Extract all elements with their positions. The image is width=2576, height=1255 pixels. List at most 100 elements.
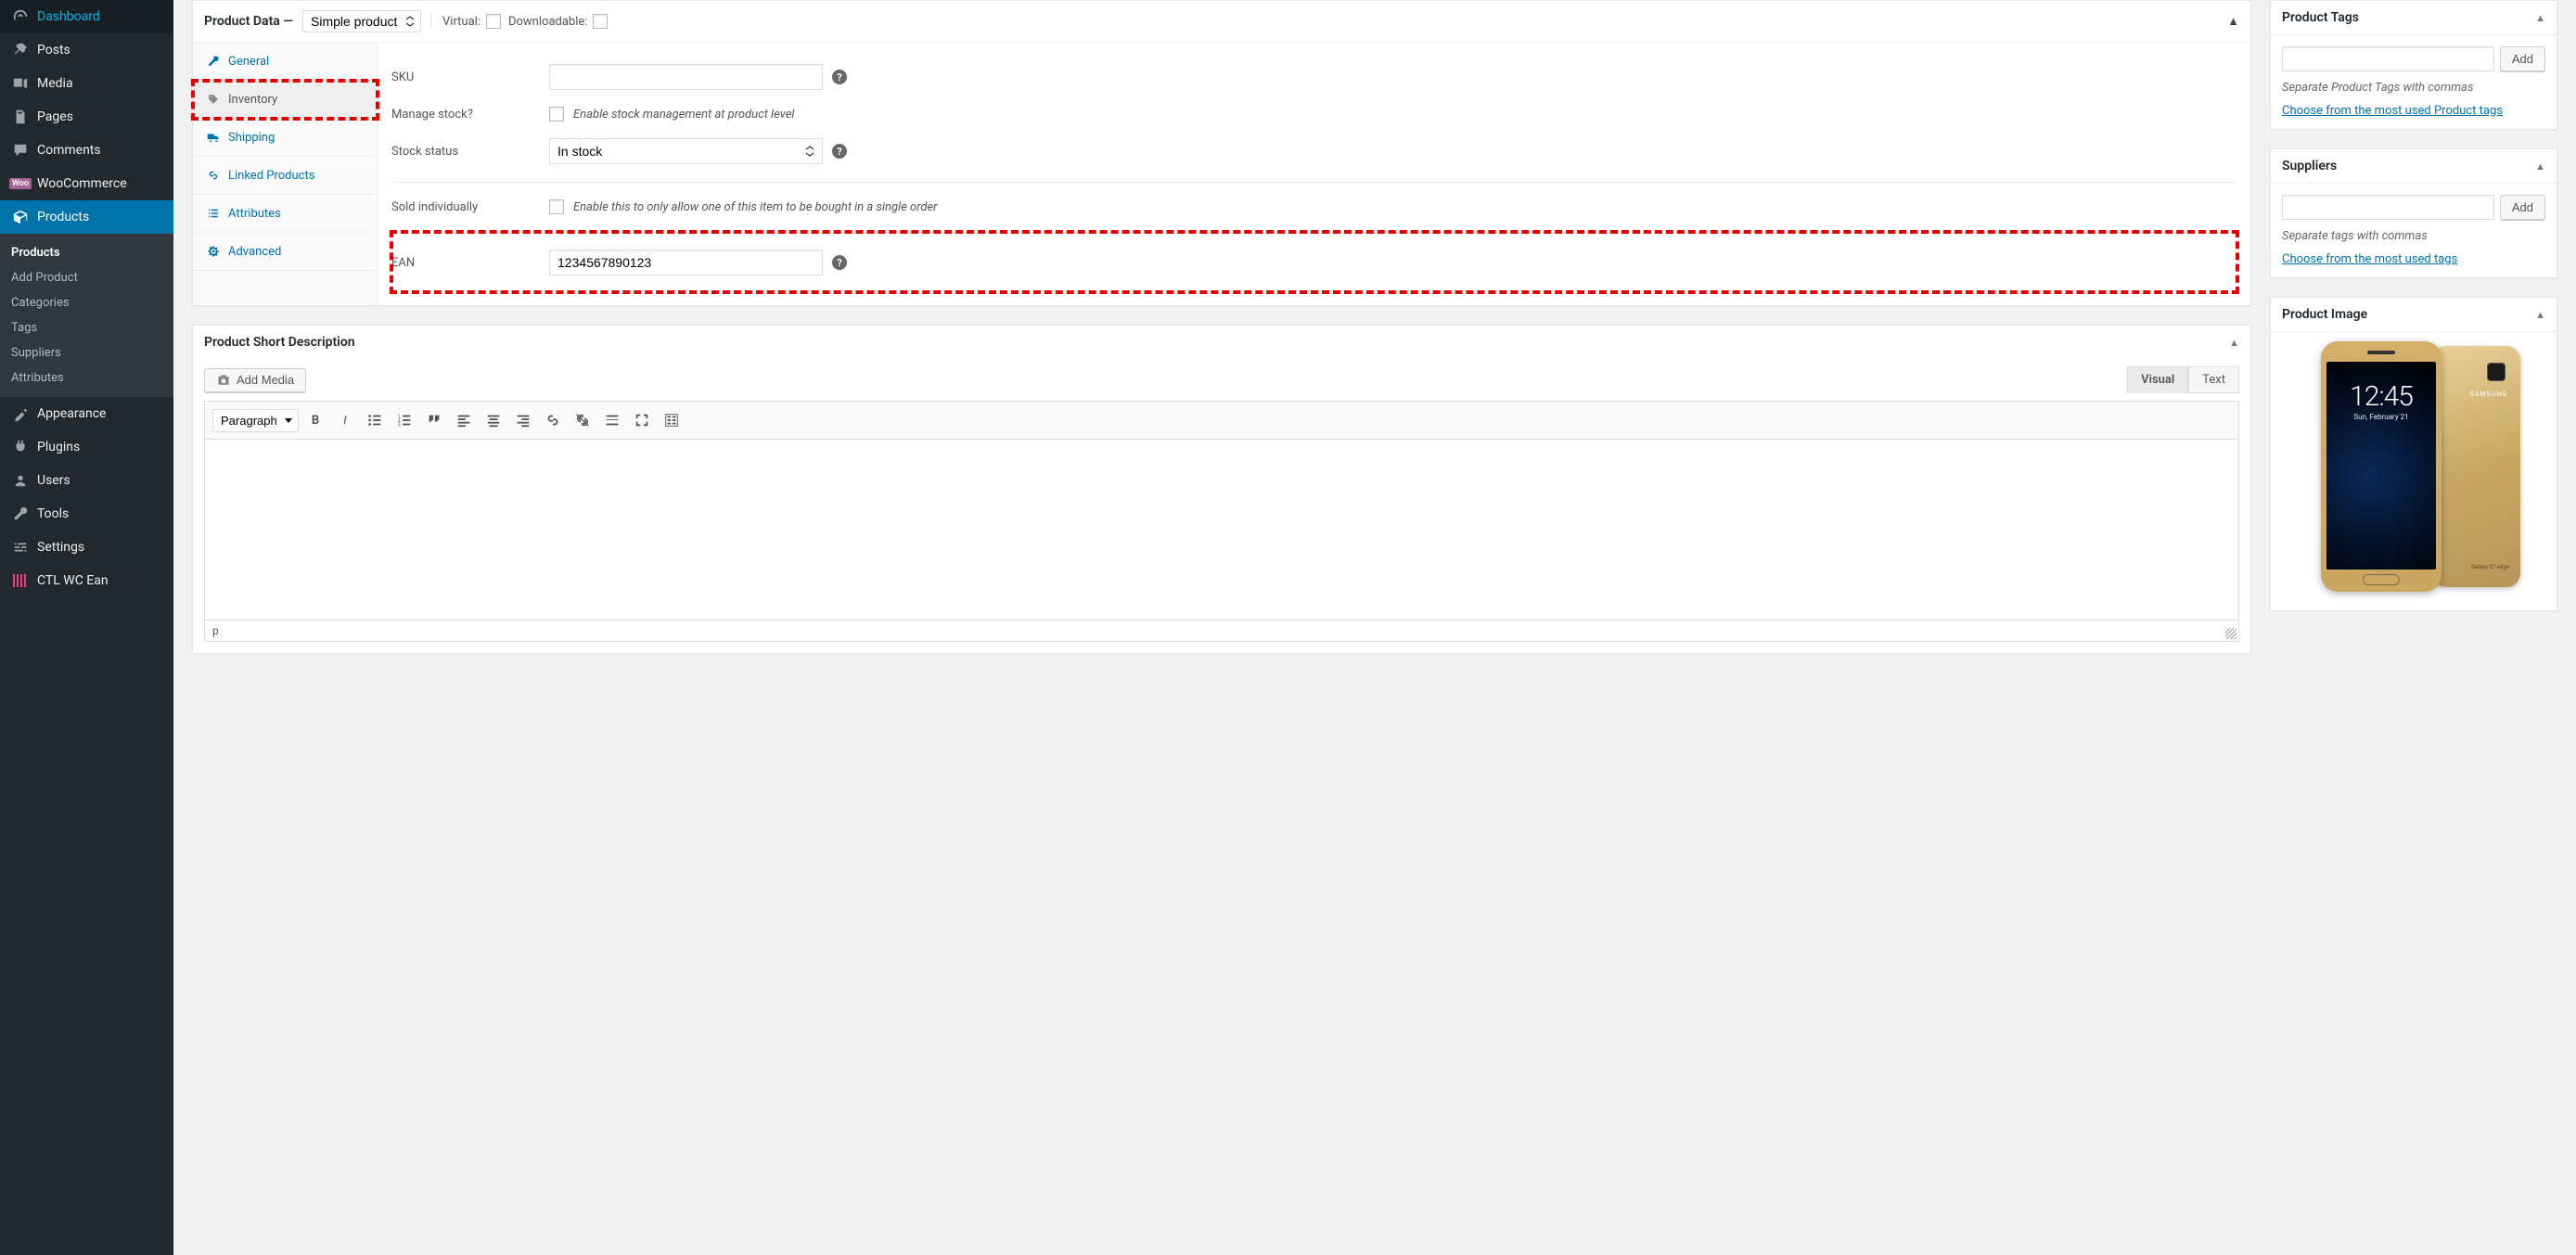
downloadable-label: Downloadable: <box>508 15 587 29</box>
submenu-products[interactable]: Products <box>0 240 173 265</box>
editor-textarea[interactable] <box>204 440 2239 621</box>
help-icon[interactable]: ? <box>832 144 847 159</box>
manage-stock-desc: Enable stock management at product level <box>573 108 794 122</box>
menu-users[interactable]: Users <box>0 464 173 497</box>
phone-screen: 12:45 Sun, February 21 <box>2326 362 2436 570</box>
align-center-button[interactable] <box>481 407 506 433</box>
product-type-select[interactable]: Simple product <box>302 10 421 32</box>
link-icon <box>206 168 221 183</box>
menu-woocommerce[interactable]: Woo WooCommerce <box>0 167 173 200</box>
menu-label: Plugins <box>37 440 80 455</box>
menu-ctl-wc-ean[interactable]: CTL WC Ean <box>0 564 173 597</box>
ean-input[interactable] <box>549 250 823 275</box>
numbered-list-button[interactable]: 123 <box>391 407 417 433</box>
editor-text-tab[interactable]: Text <box>2188 366 2239 393</box>
menu-label: Posts <box>37 43 70 58</box>
sold-individually-desc: Enable this to only allow one of this it… <box>573 200 937 214</box>
phone-back: SAMSUNG Galaxy S7 edge <box>2432 346 2520 587</box>
camera-icon <box>216 373 231 388</box>
blockquote-button[interactable] <box>421 407 447 433</box>
tab-advanced[interactable]: Advanced <box>193 233 378 271</box>
menu-label: Dashboard <box>37 9 100 24</box>
unlink-button[interactable] <box>570 407 596 433</box>
admin-sidebar: Dashboard Posts Media Pages Comments Woo… <box>0 0 173 1255</box>
submenu-suppliers[interactable]: Suppliers <box>0 340 173 365</box>
menu-label: Products <box>37 210 89 224</box>
tab-general[interactable]: General <box>193 43 378 81</box>
menu-appearance[interactable]: Appearance <box>0 397 173 430</box>
menu-pages[interactable]: Pages <box>0 100 173 134</box>
italic-button[interactable]: I <box>332 407 358 433</box>
downloadable-option[interactable]: Downloadable: <box>508 14 608 29</box>
submenu-tags[interactable]: Tags <box>0 315 173 340</box>
woocommerce-icon: Woo <box>11 174 30 193</box>
menu-settings[interactable]: Settings <box>0 531 173 564</box>
phone-clock: 12:45 <box>2350 380 2413 413</box>
help-icon[interactable]: ? <box>832 70 847 84</box>
stock-status-select[interactable]: In stock <box>549 138 823 164</box>
tab-shipping[interactable]: Shipping <box>193 119 378 157</box>
menu-label: CTL WC Ean <box>37 573 109 588</box>
menu-media[interactable]: Media <box>0 67 173 100</box>
submenu-categories[interactable]: Categories <box>0 290 173 315</box>
fullscreen-button[interactable] <box>629 407 655 433</box>
format-select[interactable]: Paragraph <box>212 409 299 432</box>
submenu-attributes[interactable]: Attributes <box>0 365 173 391</box>
downloadable-checkbox[interactable] <box>593 14 608 29</box>
sold-individually-checkbox[interactable] <box>549 199 564 214</box>
widget-collapse-toggle[interactable]: ▲ <box>2535 12 2545 24</box>
bold-button[interactable]: B <box>302 407 328 433</box>
menu-label: WooCommerce <box>37 176 127 191</box>
settings-icon <box>11 538 30 557</box>
editor-visual-tab[interactable]: Visual <box>2127 366 2188 393</box>
product-data-title: Product Data — <box>204 14 293 29</box>
bulleted-list-button[interactable] <box>362 407 388 433</box>
manage-stock-checkbox[interactable] <box>549 107 564 122</box>
suppliers-widget: Suppliers ▲ Add Separate tags with comma… <box>2270 148 2557 278</box>
insert-more-button[interactable] <box>599 407 625 433</box>
menu-dashboard[interactable]: Dashboard <box>0 0 173 33</box>
link-button[interactable] <box>540 407 566 433</box>
align-right-button[interactable] <box>510 407 536 433</box>
menu-tools[interactable]: Tools <box>0 497 173 531</box>
widget-collapse-toggle[interactable]: ▲ <box>2535 309 2545 321</box>
align-left-button[interactable] <box>451 407 477 433</box>
tab-linked-products[interactable]: Linked Products <box>193 157 378 195</box>
add-media-button[interactable]: Add Media <box>204 368 306 392</box>
panel-collapse-toggle[interactable]: ▲ <box>2229 337 2239 349</box>
resize-handle[interactable] <box>2225 628 2236 639</box>
tab-attributes[interactable]: Attributes <box>193 195 378 233</box>
list-icon <box>206 206 221 221</box>
tab-inventory[interactable]: Inventory <box>193 81 378 119</box>
menu-plugins[interactable]: Plugins <box>0 430 173 464</box>
widget-title: Product Tags <box>2282 10 2359 25</box>
suppliers-help: Separate tags with commas <box>2282 229 2545 243</box>
menu-comments[interactable]: Comments <box>0 134 173 167</box>
widget-collapse-toggle[interactable]: ▲ <box>2535 160 2545 173</box>
menu-label: Settings <box>37 540 84 555</box>
virtual-option[interactable]: Virtual: <box>442 14 501 29</box>
toolbar-toggle-button[interactable] <box>659 407 685 433</box>
products-submenu: Products Add Product Categories Tags Sup… <box>0 234 173 397</box>
suppliers-add-button[interactable]: Add <box>2500 195 2545 220</box>
menu-label: Users <box>37 473 70 488</box>
virtual-checkbox[interactable] <box>486 14 501 29</box>
tab-label: Shipping <box>228 131 275 145</box>
help-icon[interactable]: ? <box>832 255 847 270</box>
panel-collapse-toggle[interactable]: ▲ <box>2227 14 2239 29</box>
product-tags-choose-link[interactable]: Choose from the most used Product tags <box>2282 104 2503 118</box>
barcode-icon <box>11 571 30 590</box>
tools-icon <box>11 505 30 523</box>
sku-input[interactable] <box>549 64 823 90</box>
menu-posts[interactable]: Posts <box>0 33 173 67</box>
gear-icon <box>206 244 221 259</box>
product-tags-input[interactable] <box>2282 46 2494 71</box>
suppliers-input[interactable] <box>2282 195 2494 220</box>
menu-products[interactable]: Products <box>0 200 173 234</box>
product-tags-add-button[interactable]: Add <box>2500 46 2545 71</box>
product-image[interactable]: SAMSUNG Galaxy S7 edge 12:45 Sun, Februa… <box>2293 341 2534 601</box>
suppliers-choose-link[interactable]: Choose from the most used tags <box>2282 252 2457 266</box>
product-image-widget: Product Image ▲ SAMSUNG Galaxy S7 edge 1… <box>2270 297 2557 611</box>
submenu-add-product[interactable]: Add Product <box>0 265 173 290</box>
home-button-icon <box>2363 574 2400 585</box>
